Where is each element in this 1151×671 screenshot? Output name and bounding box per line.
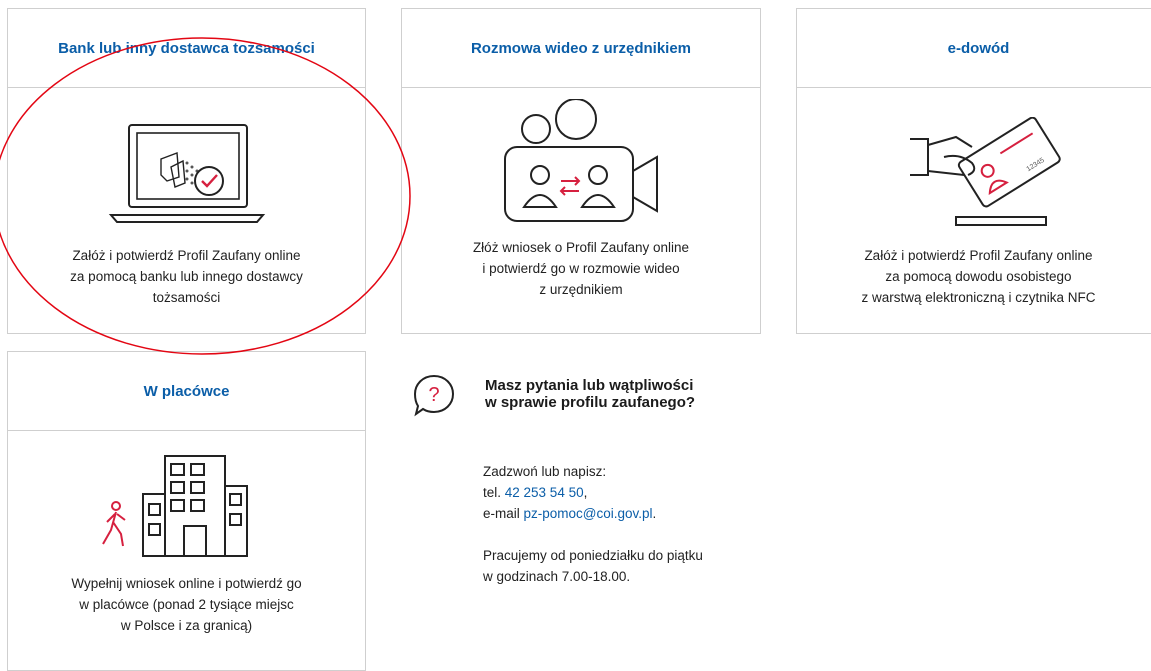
card-video[interactable]: Rozmowa wideo z urzędnikiem Złóż wniosek…	[401, 8, 761, 334]
video-call-icon	[402, 99, 760, 229]
hours-line: Pracujemy od poniedziałku do piątku	[483, 548, 703, 563]
card-title[interactable]: Bank lub inny dostawca tożsamości	[8, 9, 365, 88]
desc-line: za pomocą dowodu osobistego	[885, 269, 1072, 284]
card-title[interactable]: W placówce	[8, 352, 365, 431]
help-contact: Zadzwoń lub napisz: tel. 42 253 54 50, e…	[483, 461, 783, 587]
card-office[interactable]: W placówce Wypełnij wniosek online i pot…	[7, 351, 366, 671]
desc-line: za pomocą banku lub innego dostawcy	[70, 269, 303, 284]
hours-line: w godzinach 7.00-18.00.	[483, 569, 631, 584]
desc-line: w placówce (ponad 2 tysiące miejsc	[79, 597, 294, 612]
id-card-hand-icon: 12345	[797, 117, 1151, 229]
contact-intro: Zadzwoń lub napisz:	[483, 464, 607, 479]
card-description: Załóż i potwierdź Profil Zaufany online …	[797, 245, 1151, 308]
phone-line: tel. 42 253 54 50,	[483, 485, 588, 500]
card-title[interactable]: Rozmowa wideo z urzędnikiem	[402, 9, 760, 88]
desc-line: Załóż i potwierdź Profil Zaufany online	[864, 248, 1093, 263]
desc-line: z urzędnikiem	[539, 282, 623, 297]
desc-line: w Polsce i za granicą)	[120, 618, 253, 633]
card-description: Załóż i potwierdź Profil Zaufany online …	[8, 245, 365, 308]
desc-line: Złóż wniosek o Profil Zaufany online	[472, 240, 690, 255]
laptop-check-icon	[8, 123, 365, 233]
desc-line: z warstwą elektroniczną i czytnika NFC	[861, 290, 1096, 305]
desc-line: i potwierdź go w rozmowie wideo	[482, 261, 680, 276]
phone-link[interactable]: 42 253 54 50	[505, 485, 584, 500]
email-link[interactable]: pz-pomoc@coi.gov.pl	[524, 506, 653, 521]
card-description: Złóż wniosek o Profil Zaufany online i p…	[402, 237, 760, 300]
card-bank[interactable]: Bank lub inny dostawca tożsamości Załóż …	[7, 8, 366, 334]
card-description: Wypełnij wniosek online i potwierdź go w…	[8, 573, 365, 636]
desc-line: Wypełnij wniosek online i potwierdź go	[71, 576, 302, 591]
office-building-icon	[8, 450, 365, 560]
desc-line: tożsamości	[152, 290, 221, 305]
email-line: e-mail pz-pomoc@coi.gov.pl.	[483, 506, 657, 521]
help-title: Masz pytania lub wątpliwości w sprawie p…	[485, 377, 696, 411]
question-bubble-icon: ?	[411, 372, 457, 423]
desc-line: Załóż i potwierdź Profil Zaufany online	[72, 248, 301, 263]
card-edowod[interactable]: e-dowód 12345 Załóż i potwierdź Profil Z…	[796, 8, 1151, 334]
svg-text:?: ?	[428, 384, 439, 406]
card-title[interactable]: e-dowód	[797, 9, 1151, 88]
